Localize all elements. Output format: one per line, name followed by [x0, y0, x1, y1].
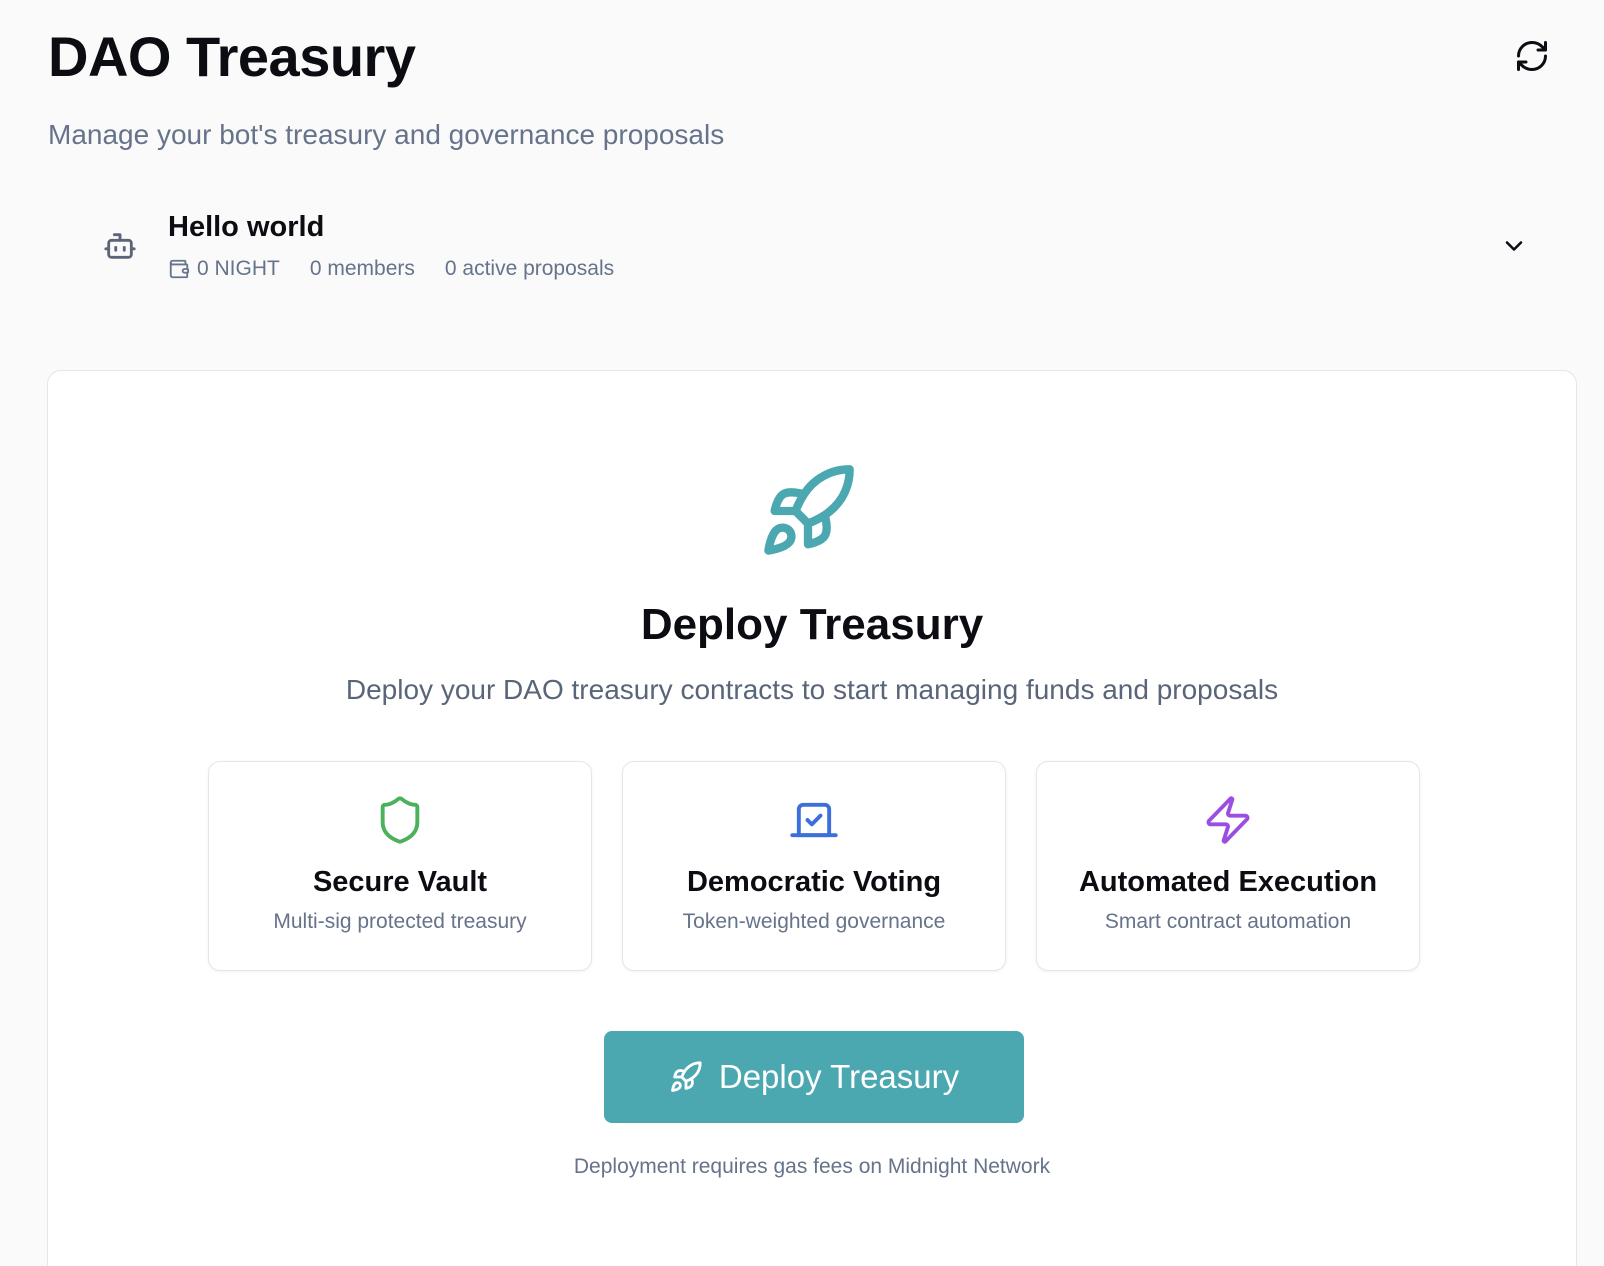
deploy-treasury-button[interactable]: Deploy Treasury [604, 1031, 1024, 1123]
feature-title: Democratic Voting [686, 866, 942, 898]
feature-description: Multi-sig protected treasury [273, 910, 527, 933]
feature-list: Secure Vault Multi-sig protected treasur… [208, 761, 1420, 971]
feature-title: Automated Execution [1078, 866, 1378, 898]
bot-name: Hello world [168, 211, 325, 243]
shield-icon [372, 792, 428, 848]
refresh-icon [1514, 38, 1550, 79]
balance-text: 0 NIGHT [197, 257, 280, 280]
rocket-icon [669, 1060, 703, 1094]
bot-members: 0 members [309, 257, 415, 280]
deploy-treasury-card: Deploy Treasury Deploy your DAO treasury… [47, 370, 1577, 1266]
deploy-title: Deploy Treasury [640, 600, 984, 649]
feature-card-democratic-voting: Democratic Voting Token-weighted governa… [622, 761, 1006, 971]
feature-description: Token-weighted governance [682, 910, 946, 933]
feature-title: Secure Vault [312, 866, 488, 898]
rocket-icon [758, 461, 858, 561]
feature-card-secure-vault: Secure Vault Multi-sig protected treasur… [208, 761, 592, 971]
gas-fee-note: Deployment requires gas fees on Midnight… [573, 1155, 1051, 1178]
bot-info: Hello world 0 NIGHT 0 members 0 active p… [168, 209, 644, 283]
deploy-button-label: Deploy Treasury [718, 1058, 960, 1095]
deploy-description: Deploy your DAO treasury contracts to st… [345, 674, 1279, 705]
lightning-icon [1200, 792, 1256, 848]
bot-selector[interactable]: Hello world 0 NIGHT 0 members 0 active p… [48, 192, 1556, 300]
bot-balance: 0 NIGHT [168, 255, 280, 283]
feature-card-automated-execution: Automated Execution Smart contract autom… [1036, 761, 1420, 971]
page-title: DAO Treasury [48, 25, 416, 88]
page-header: DAO Treasury Manage your bot's treasury … [48, 22, 724, 152]
bot-active-proposals: 0 active proposals [444, 257, 615, 280]
wallet-icon [168, 258, 190, 280]
bot-icon [80, 206, 160, 286]
feature-description: Smart contract automation [1104, 910, 1352, 933]
vote-icon [786, 792, 842, 848]
bot-meta: 0 NIGHT 0 members 0 active proposals [168, 255, 644, 283]
page-subtitle: Manage your bot's treasury and governanc… [48, 119, 725, 150]
refresh-button[interactable] [1510, 36, 1554, 80]
dao-treasury-page: DAO Treasury Manage your bot's treasury … [0, 0, 1604, 1266]
chevron-down-icon[interactable] [1496, 228, 1532, 264]
